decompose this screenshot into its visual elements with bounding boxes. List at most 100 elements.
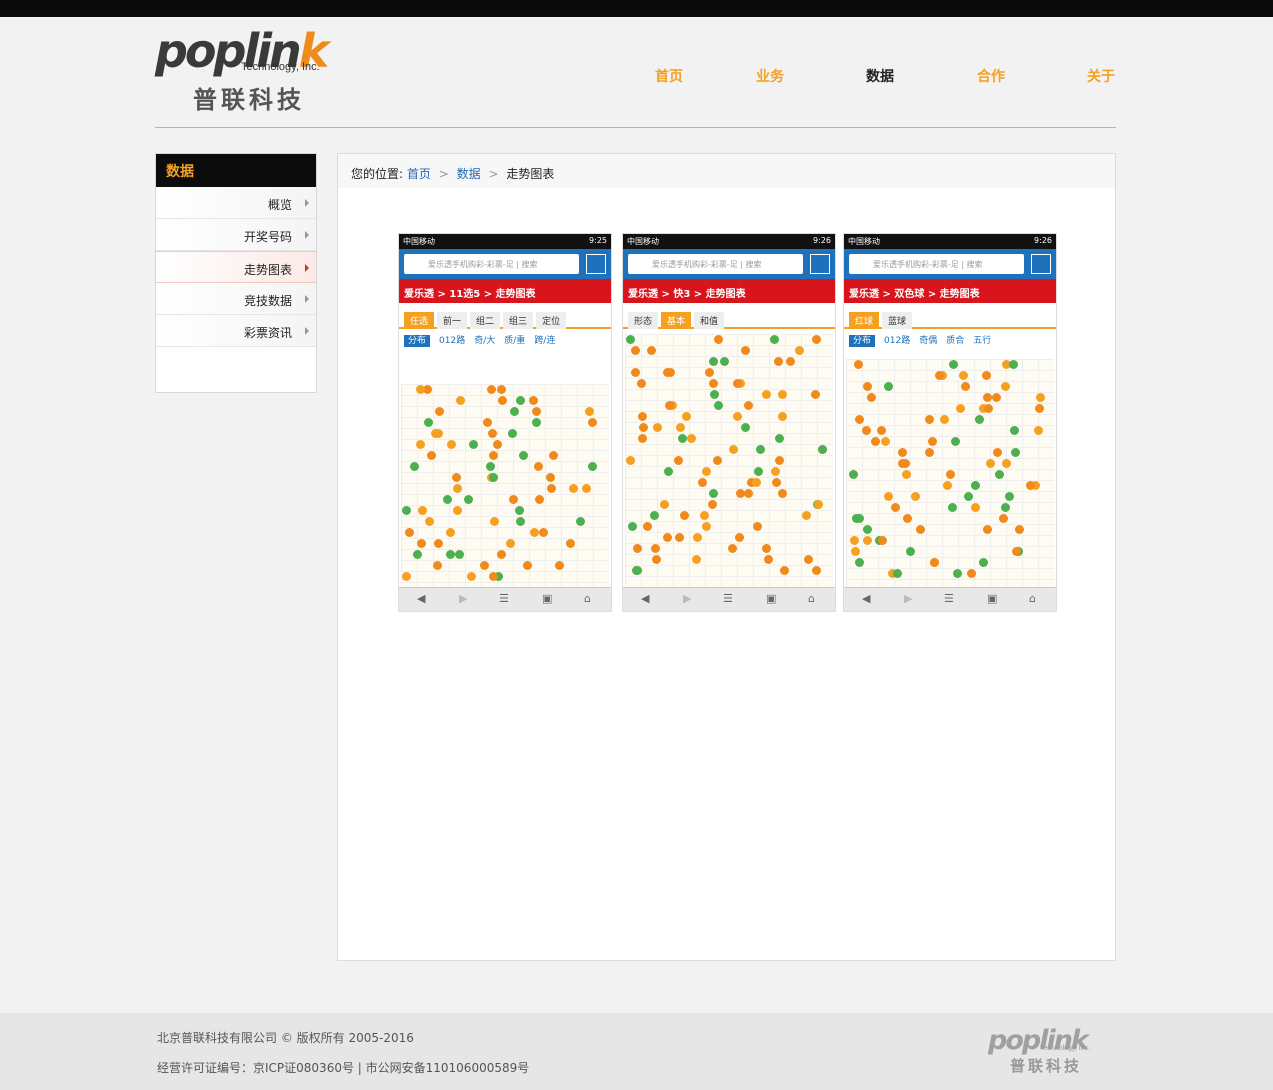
trend-ball	[532, 418, 541, 427]
trend-ball	[633, 544, 642, 553]
trend-ball	[943, 481, 952, 490]
phone-tab: 组二	[470, 312, 501, 329]
phone-status-bar: 中国移动 9:26	[844, 234, 1056, 249]
footer-license: 经营许可证编号：京ICP证080360号 | 市公网安备110106000589…	[157, 1061, 530, 1075]
phone-subtab: 012路	[439, 336, 466, 346]
breadcrumb-home[interactable]: 首页	[407, 167, 431, 181]
trend-ball	[756, 445, 765, 454]
nav-about[interactable]: 关于	[1087, 66, 1115, 86]
trend-ball	[549, 451, 558, 460]
trend-ball	[770, 335, 779, 344]
trend-ball	[588, 418, 597, 427]
trend-ball	[735, 533, 744, 542]
trend-ball	[493, 440, 502, 449]
trend-ball	[506, 539, 515, 548]
trend-ball	[402, 506, 411, 515]
tabs-icon: ▣	[542, 592, 553, 605]
trend-ball	[901, 459, 910, 468]
phone-subtab: 质/重	[504, 336, 526, 346]
trend-ball	[588, 462, 597, 471]
trend-ball	[427, 451, 436, 460]
trend-ball	[1005, 492, 1014, 501]
trend-ball	[469, 440, 478, 449]
trend-ball	[632, 566, 641, 575]
phone-tabs: 任选 前一 组二 组三 定位	[399, 303, 611, 329]
trend-ball	[487, 385, 496, 394]
trend-ball	[643, 522, 652, 531]
chevron-right-icon	[305, 295, 309, 303]
sidebar-item-lottery-news[interactable]: 彩票资讯	[156, 315, 316, 347]
home-icon: ⌂	[808, 592, 815, 605]
phone-search-input: 爱乐透手机购彩-彩票-足 | 搜索	[849, 254, 1024, 274]
trend-ball	[547, 484, 556, 493]
trend-ball	[871, 437, 880, 446]
phone-nav-bar: ◀ ▶ ☰ ▣ ⌂	[623, 587, 835, 611]
header-divider	[155, 127, 1116, 128]
sidebar-item-overview[interactable]: 概览	[156, 187, 316, 219]
trend-ball	[916, 525, 925, 534]
chevron-right-icon	[305, 231, 309, 239]
trend-ball	[530, 528, 539, 537]
grid-menu-icon	[810, 254, 830, 274]
trend-ball	[946, 470, 955, 479]
trend-ball	[736, 489, 745, 498]
trend-ball	[852, 514, 861, 523]
trend-ball	[498, 396, 507, 405]
trend-ball	[650, 511, 659, 520]
phone-screenshot-k3: 中国移动 9:26 ★爱乐透手机购彩-彩票-足 | 搜索 爱乐透 > 快3 > 走…	[622, 233, 836, 612]
back-icon: ◀	[641, 592, 650, 605]
trend-ball	[653, 423, 662, 432]
trend-ball	[951, 437, 960, 446]
menu-icon: ☰	[723, 592, 733, 605]
breadcrumb-section[interactable]: 数据	[457, 167, 481, 181]
trend-ball	[964, 492, 973, 501]
carrier-label: 中国移动	[403, 237, 435, 246]
trend-ball	[1015, 525, 1024, 534]
phone-nav-bar: ◀ ▶ ☰ ▣ ⌂	[399, 587, 611, 611]
trend-ball	[425, 517, 434, 526]
nav-home[interactable]: 首页	[655, 66, 683, 86]
breadcrumb: 您的位置: 首页 > 数据 > 走势图表	[338, 154, 1115, 188]
trend-ball	[555, 561, 564, 570]
phone-subtab: 质合	[946, 336, 965, 346]
trend-ball	[497, 385, 506, 394]
trend-ball	[999, 514, 1008, 523]
trend-ball	[418, 506, 427, 515]
trend-ball	[509, 495, 518, 504]
trend-ball	[651, 544, 660, 553]
trend-ball	[660, 500, 669, 509]
phone-subtab: 奇/大	[474, 336, 496, 346]
nav-cooperation[interactable]: 合作	[977, 66, 1005, 86]
sidebar-item-trend-charts[interactable]: 走势图表	[156, 251, 316, 283]
trend-ball	[497, 550, 506, 559]
trend-ball	[741, 346, 750, 355]
trend-ball	[508, 429, 517, 438]
forward-icon: ▶	[459, 592, 468, 605]
trend-ball	[855, 558, 864, 567]
trend-ball	[975, 415, 984, 424]
footer: 北京普联科技有限公司 © 版权所有 2005-2016 经营许可证编号：京ICP…	[0, 1013, 1273, 1090]
trend-ball	[628, 522, 637, 531]
menu-icon: ☰	[944, 592, 954, 605]
sidebar-item-draw-numbers[interactable]: 开奖号码	[156, 219, 316, 251]
trend-ball	[774, 357, 783, 366]
tabs-icon: ▣	[766, 592, 777, 605]
trend-ball	[664, 467, 673, 476]
sidebar-item-sports-data[interactable]: 竞技数据	[156, 283, 316, 315]
clock-label: 9:26	[813, 236, 831, 245]
trend-ball	[637, 379, 646, 388]
trend-ball	[780, 566, 789, 575]
trend-ball	[464, 495, 473, 504]
trend-ball	[967, 569, 976, 578]
trend-ball	[483, 418, 492, 427]
nav-data[interactable]: 数据	[866, 66, 894, 86]
chevron-right-icon	[305, 199, 309, 207]
trend-grid	[846, 359, 1054, 587]
nav-business[interactable]: 业务	[756, 66, 784, 86]
trend-ball	[804, 555, 813, 564]
main-content: 您的位置: 首页 > 数据 > 走势图表 中国移动 9:25 ★爱乐透手机购彩-彩…	[337, 153, 1116, 961]
trend-ball	[935, 371, 944, 380]
trend-ball	[714, 335, 723, 344]
trend-ball	[811, 390, 820, 399]
carrier-label: 中国移动	[627, 237, 659, 246]
